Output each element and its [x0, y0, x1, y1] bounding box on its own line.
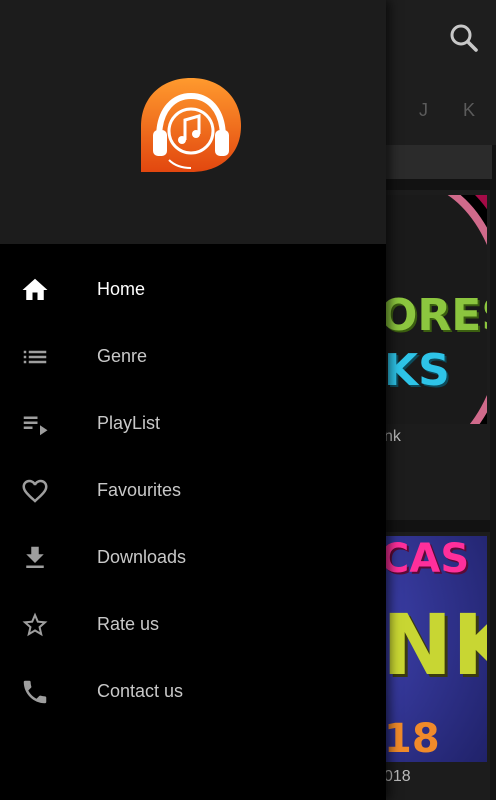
menu-item-playlist[interactable]: PlayList [0, 390, 386, 457]
heart-icon [22, 479, 48, 503]
menu-item-label: Downloads [97, 547, 187, 567]
menu-item-label: Rate us [97, 614, 160, 634]
album-title: 018 [384, 768, 411, 785]
menu-item-label: Contact us [97, 681, 184, 701]
cover-text: 18 [384, 716, 440, 762]
search-icon [450, 24, 478, 52]
home-icon [22, 278, 48, 300]
menu-item-contact-us[interactable]: Contact us [0, 658, 386, 725]
cover-text: NK [382, 596, 487, 694]
list-icon [23, 350, 47, 363]
menu-item-rate-us[interactable]: Rate us [0, 591, 386, 658]
menu-item-label: Home [97, 279, 146, 299]
menu-item-label: Favourites [97, 480, 182, 500]
menu-item-label: Genre [97, 346, 148, 366]
cover-text: CAS [380, 536, 470, 582]
navigation-drawer[interactable]: Home Genre PlayList Favourites Downloads [0, 0, 386, 800]
alphabet-tab-k[interactable]: K [463, 100, 475, 121]
cover-text: ORES [380, 290, 487, 341]
menu-item-home[interactable]: Home [0, 256, 386, 323]
phone-icon [23, 680, 47, 703]
star-icon [22, 612, 48, 636]
drawer-menu: Home Genre PlayList Favourites Downloads [0, 256, 386, 725]
menu-item-label: PlayList [97, 413, 161, 433]
menu-item-genre[interactable]: Genre [0, 323, 386, 390]
drawer-header [0, 0, 386, 244]
menu-item-favourites[interactable]: Favourites [0, 457, 386, 524]
cover-text: KS [384, 345, 450, 396]
menu-item-downloads[interactable]: Downloads [0, 524, 386, 591]
album-title: nk [384, 428, 401, 445]
playlist-icon [23, 416, 48, 435]
alphabet-tab-j[interactable]: J [419, 100, 428, 121]
headphones-music-icon [141, 78, 241, 172]
download-icon [26, 546, 44, 568]
search-button[interactable] [446, 20, 482, 56]
